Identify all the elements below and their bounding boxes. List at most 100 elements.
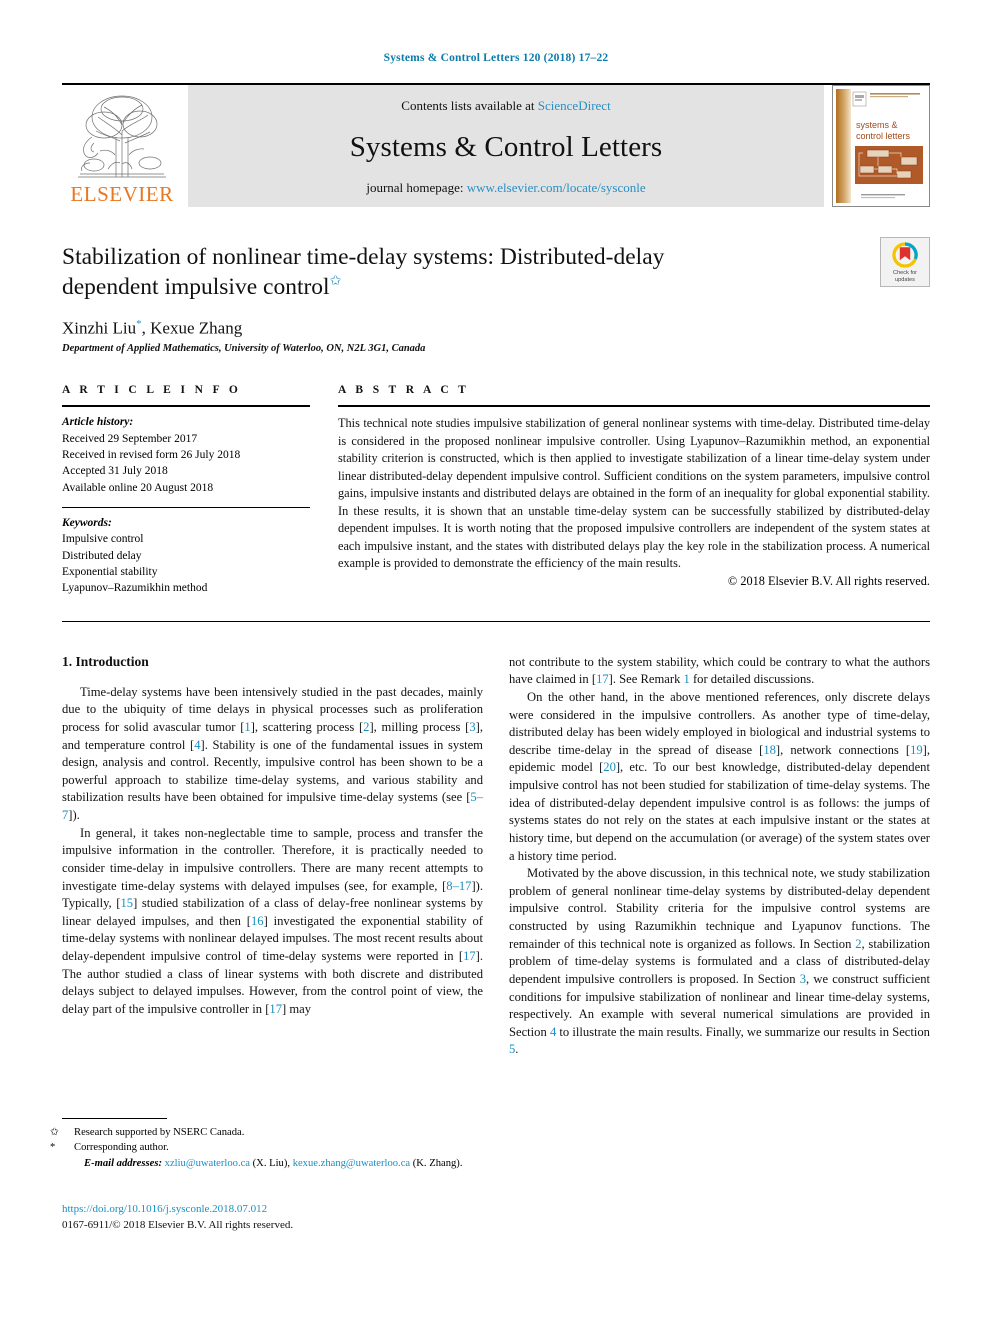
author-one: Xinzhi Liu (62, 318, 137, 338)
email-link-zhang[interactable]: kexue.zhang@uwaterloo.ca (293, 1158, 410, 1169)
author-list: Xinzhi Liu*, Kexue Zhang (62, 318, 930, 339)
title-block: Stabilization of nonlinear time-delay sy… (62, 237, 930, 355)
info-abstract-row: A R T I C L E I N F O Article history: R… (62, 384, 930, 596)
crossmark-badge[interactable]: Check for updates (880, 237, 930, 287)
cross-ref[interactable]: 5 (509, 1042, 515, 1056)
journal-masthead: ELSEVIER Contents lists available at Sci… (62, 83, 930, 207)
citation-ref[interactable]: 1 (244, 720, 250, 734)
footnote-funding-text: Research supported by NSERC Canada. (74, 1127, 245, 1138)
crossmark-line-2: updates (895, 276, 915, 283)
email-link-liu[interactable]: xzliu@uwaterloo.ca (165, 1158, 250, 1169)
citation-ref[interactable]: 20 (603, 760, 616, 774)
footnotes: ✩ Research supported by NSERC Canada. * Co… (50, 1118, 483, 1171)
article-info-rule (62, 405, 310, 408)
doi-link[interactable]: https://doi.org/10.1016/j.sysconle.2018.… (62, 1202, 492, 1218)
crossmark-line-1: Check for (893, 270, 917, 276)
footnote-funding: ✩ Research supported by NSERC Canada. (50, 1125, 483, 1140)
sciencedirect-link[interactable]: ScienceDirect (538, 98, 611, 113)
journal-cover-thumbnail: systems & control letters (832, 85, 930, 207)
history-item: Accepted 31 July 2018 (62, 465, 168, 478)
abstract-column: A B S T R A C T This technical note stud… (338, 384, 930, 596)
title-text: Stabilization of nonlinear time-delay sy… (62, 244, 665, 300)
history-item: Available online 20 August 2018 (62, 481, 214, 494)
email-owner-liu: (X. Liu), (252, 1157, 291, 1169)
author-affiliation: Department of Applied Mathematics, Unive… (62, 343, 426, 355)
title-footnote-mark: ✩ (329, 274, 342, 290)
page-title: Stabilization of nonlinear time-delay sy… (62, 243, 762, 303)
article-info-label: A R T I C L E I N F O (62, 384, 242, 397)
citation-ref[interactable]: 17 (269, 1002, 282, 1016)
paragraph-text: In general, it takes non-neglectable tim… (62, 825, 484, 1016)
cross-ref[interactable]: 1 (684, 672, 690, 686)
paragraph-text: On the other hand, in the above mentione… (509, 689, 930, 863)
article-history-title: Article history: (62, 416, 134, 429)
history-item: Received 29 September 2017 (62, 432, 198, 445)
paragraph-text: not contribute to the system stability, … (509, 654, 930, 687)
paragraph-text: Motivated by the above discussion, in th… (509, 866, 930, 1057)
abstract-label: A B S T R A C T (338, 384, 470, 397)
elsevier-wordmark: ELSEVIER (70, 182, 174, 206)
journal-title: Systems & Control Letters (349, 130, 663, 163)
email-label: E-mail addresses: (84, 1157, 162, 1169)
crossmark-label: Check for updates (893, 270, 917, 284)
homepage-prefix: journal homepage: (366, 180, 467, 195)
issn-copyright: 0167-6911/© 2018 Elsevier B.V. All right… (62, 1218, 294, 1231)
citation-ref[interactable]: 16 (251, 914, 264, 928)
author-rest: , Kexue Zhang (141, 318, 243, 338)
history-item: Received in revised form 26 July 2018 (62, 449, 241, 461)
elsevier-tree-icon (78, 95, 166, 178)
contents-prefix: Contents lists available at (401, 98, 538, 113)
email-owner-zhang: (K. Zhang). (412, 1157, 463, 1169)
body-columns: 1. Introduction Time-delay systems have … (62, 654, 930, 1059)
paragraph-text: Time-delay systems have been intensively… (62, 684, 483, 822)
paper-page: Systems & Control Letters 120 (2018) 17–… (0, 0, 992, 1323)
citation-ref[interactable]: 19 (910, 743, 923, 757)
svg-text:control letters: control letters (856, 131, 911, 141)
abstract-text: This technical note studies impulsive st… (338, 416, 930, 570)
citation-ref[interactable]: 2 (363, 720, 369, 734)
keywords-group: Keywords: Impulsive control Distributed … (62, 515, 310, 597)
body-separator-rule (62, 620, 930, 622)
paragraph: In general, it takes non-neglectable tim… (62, 825, 483, 1019)
citation-ref[interactable]: 18 (763, 743, 776, 757)
footnote-corresponding-text: Corresponding author. (74, 1142, 169, 1154)
cross-ref[interactable]: 4 (550, 1025, 556, 1039)
journal-band: Contents lists available at ScienceDirec… (188, 85, 824, 207)
journal-homepage-link[interactable]: www.elsevier.com/locate/sysconle (467, 180, 646, 195)
abstract-copyright: © 2018 Elsevier B.V. All rights reserved… (727, 574, 930, 589)
left-column: 1. Introduction Time-delay systems have … (62, 654, 483, 1059)
keywords-rule (62, 506, 310, 508)
cover-art: systems & control letters (833, 86, 929, 206)
paragraph: On the other hand, in the above mentione… (509, 689, 930, 865)
citation-ref[interactable]: 5–7 (62, 790, 483, 822)
citation-ref[interactable]: 15 (120, 896, 133, 910)
citation-ref[interactable]: 17 (463, 949, 476, 963)
keyword-item: Impulsive control (62, 533, 144, 546)
elsevier-logo: ELSEVIER (62, 85, 182, 207)
article-info-column: A R T I C L E I N F O Article history: R… (62, 384, 310, 596)
footnote-mark: * (50, 1142, 56, 1154)
publication-footer: https://doi.org/10.1016/j.sysconle.2018.… (62, 1202, 492, 1234)
paragraph: Motivated by the above discussion, in th… (509, 865, 930, 1059)
article-history-group: Article history: Received 29 September 2… (62, 414, 310, 496)
paragraph: not contribute to the system stability, … (509, 654, 930, 689)
footnote-emails: E-mail addresses: xzliu@uwaterloo.ca (X.… (62, 1156, 483, 1171)
footnote-mark: ✩ (50, 1127, 59, 1138)
journal-homepage-line: journal homepage: www.elsevier.com/locat… (366, 180, 645, 196)
citation-ref[interactable]: 4 (194, 738, 200, 752)
running-head: Systems & Control Letters 120 (2018) 17–… (383, 52, 609, 64)
citation-ref[interactable]: 17 (596, 672, 609, 686)
cross-ref[interactable]: 2 (855, 937, 861, 951)
cross-ref[interactable]: 3 (800, 972, 806, 986)
keywords-title: Keywords: (62, 516, 112, 529)
svg-text:systems &: systems & (856, 120, 898, 130)
section-heading-introduction: 1. Introduction (62, 653, 149, 669)
keyword-item: Lyapunov–Razumikhin method (62, 582, 208, 595)
footnote-corresponding: * Corresponding author. (50, 1140, 483, 1155)
abstract-rule (338, 405, 930, 408)
keyword-item: Exponential stability (62, 565, 158, 578)
citation-ref[interactable]: 8–17 (446, 879, 471, 893)
footnote-rule (62, 1118, 167, 1119)
citation-ref[interactable]: 3 (469, 720, 475, 734)
contents-list-line: Contents lists available at ScienceDirec… (401, 98, 610, 114)
